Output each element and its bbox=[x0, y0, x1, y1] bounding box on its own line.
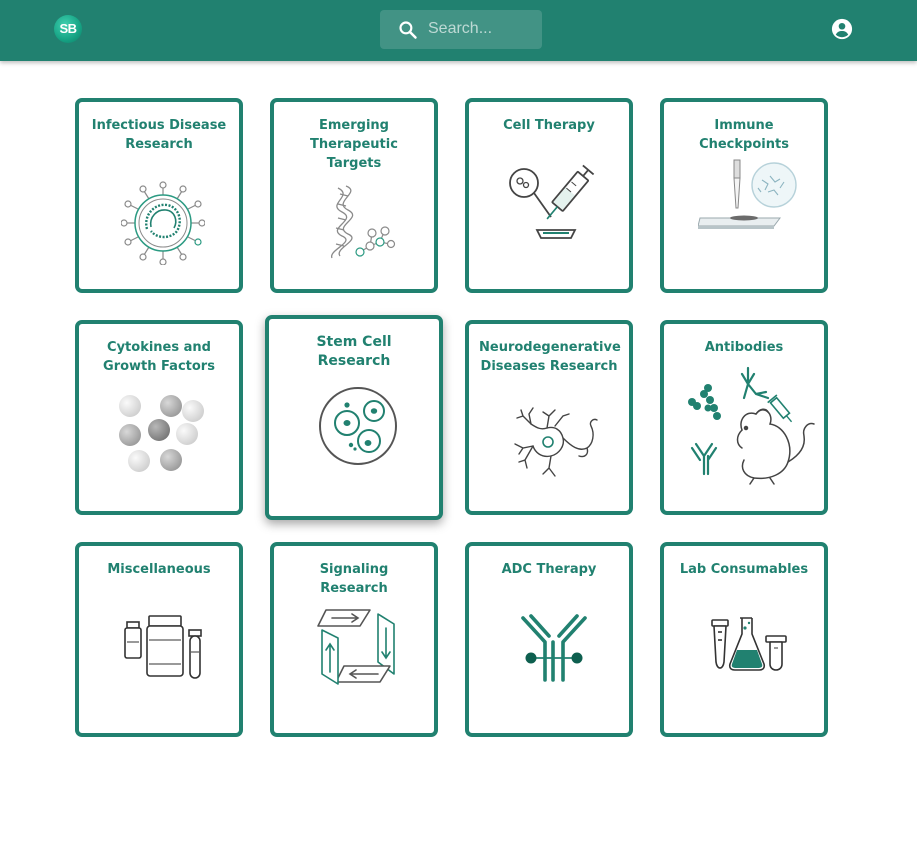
card-title: Infectious Disease Research bbox=[91, 118, 227, 152]
card-title: ADC Therapy bbox=[501, 562, 597, 577]
cell-syringe-icon bbox=[509, 164, 595, 239]
category-card-neurodegenerative[interactable]: Neurodegenerative Diseases Research bbox=[465, 320, 633, 515]
category-card-infectious-disease[interactable]: Infectious Disease Research bbox=[75, 98, 243, 293]
vials-icon bbox=[124, 615, 202, 679]
pipette-slide-icon bbox=[698, 159, 797, 229]
card-title: Lab Consumables bbox=[679, 562, 809, 577]
card-title: Stem Cell Research bbox=[316, 334, 392, 369]
card-title: Cell Therapy bbox=[503, 118, 595, 133]
petri-cells-icon bbox=[319, 387, 397, 465]
category-card-signaling[interactable]: Signaling Research bbox=[270, 542, 438, 737]
spheres-icon bbox=[119, 395, 204, 472]
account-circle-icon[interactable] bbox=[831, 18, 853, 40]
sb-logo-icon[interactable]: SB bbox=[54, 15, 82, 43]
signaling-arrows-icon bbox=[317, 609, 395, 685]
card-title: Miscellaneous bbox=[107, 562, 211, 577]
card-title: Neurodegenerative Diseases Research bbox=[479, 340, 621, 374]
category-card-emerging-targets[interactable]: Emerging Therapeutic Targets bbox=[270, 98, 438, 293]
search-box[interactable] bbox=[380, 10, 542, 49]
card-title: Immune Checkpoints bbox=[699, 118, 789, 152]
category-card-cell-therapy[interactable]: Cell Therapy bbox=[465, 98, 633, 293]
card-title: Signaling Research bbox=[319, 562, 389, 596]
neuron-icon bbox=[514, 407, 598, 477]
top-app-bar: SB bbox=[0, 0, 917, 61]
category-card-stem-cell[interactable]: Stem Cell Research bbox=[265, 315, 443, 520]
card-title: Antibodies bbox=[704, 340, 784, 355]
virus-icon bbox=[121, 181, 205, 265]
category-card-cytokines[interactable]: Cytokines and Growth Factors bbox=[75, 320, 243, 515]
category-card-immune-checkpoints[interactable]: Immune Checkpoints bbox=[660, 98, 828, 293]
category-card-adc-therapy[interactable]: ADC Therapy bbox=[465, 542, 633, 737]
category-card-lab-consumables[interactable]: Lab Consumables bbox=[660, 542, 828, 737]
antibody-mouse-icon bbox=[688, 366, 815, 485]
labware-icon bbox=[711, 617, 787, 671]
dna-molecule-icon bbox=[331, 185, 396, 259]
adc-antibody-icon bbox=[521, 614, 587, 682]
search-icon bbox=[399, 21, 417, 39]
card-title: Emerging Therapeutic Targets bbox=[310, 118, 398, 171]
category-card-miscellaneous[interactable]: Miscellaneous bbox=[75, 542, 243, 737]
category-card-antibodies[interactable]: Antibodies bbox=[660, 320, 828, 515]
card-title: Cytokines and Growth Factors bbox=[103, 340, 215, 374]
search-input[interactable] bbox=[428, 18, 533, 40]
